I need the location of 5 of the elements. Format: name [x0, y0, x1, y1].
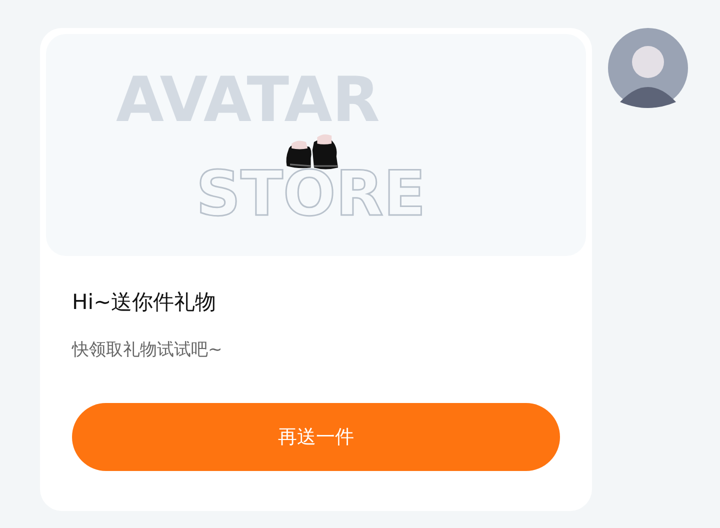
gift-subtitle: 快领取礼物试试吧~ [72, 339, 222, 361]
gift-title: Hi~送你件礼物 [72, 289, 216, 316]
banner-text: STORE [196, 164, 426, 224]
send-again-button[interactable]: 再送一件 [72, 403, 560, 471]
avatar[interactable] [608, 28, 688, 108]
